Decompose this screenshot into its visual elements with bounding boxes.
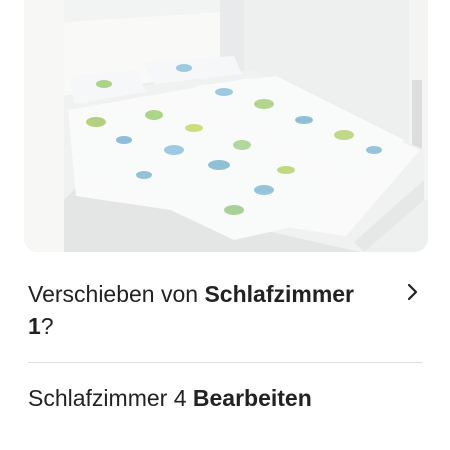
move-prompt-prefix: Verschieben von <box>28 281 205 307</box>
chevron-right-icon[interactable] <box>405 282 421 302</box>
room-row: Schlafzimmer 4 Bearbeiten <box>28 382 422 414</box>
divider <box>28 362 422 363</box>
bedroom-photo-image <box>24 0 428 252</box>
edit-link[interactable]: Bearbeiten <box>193 385 312 411</box>
bedroom-photo[interactable] <box>24 0 428 252</box>
move-room-prompt: Verschieben von Schlafzimmer 1? <box>28 278 384 342</box>
room-label: Schlafzimmer 4 <box>28 385 187 411</box>
move-room-row[interactable]: Verschieben von Schlafzimmer 1? <box>28 278 428 348</box>
move-prompt-suffix: ? <box>40 313 54 339</box>
